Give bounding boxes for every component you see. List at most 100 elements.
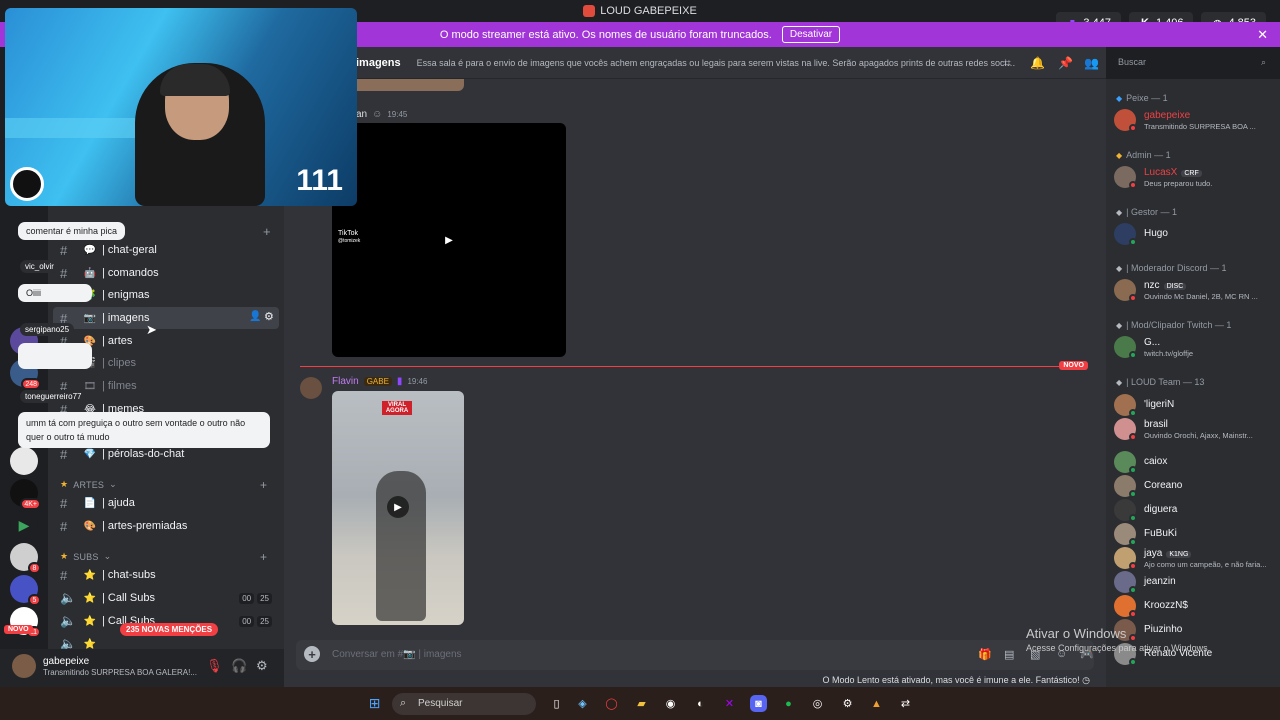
member-item[interactable]: Hugo [1114,221,1280,249]
add-channel-icon[interactable]: + [263,224,271,239]
app-icon[interactable]: ⇄ [897,695,914,712]
new-mentions-badge[interactable]: 235 NOVAS MENÇÕES [120,623,219,636]
avatar[interactable] [12,654,36,678]
status-indicator [1129,238,1137,246]
mute-mic-icon[interactable]: 🎙 [206,658,223,674]
close-icon[interactable]: ✕ [1257,27,1268,43]
search-icon: ⌕ [400,697,407,709]
avatar[interactable] [300,377,322,399]
message-header: Flavin GABE ▮ 19:46 [332,376,427,387]
category-subs[interactable]: ★ SUBS ⌄ + [60,550,280,564]
server-icon[interactable]: 4K+ [10,479,41,510]
member-group-header: ◆ | Gestor — 1 [1116,207,1178,217]
member-name: Coreano [1144,480,1183,491]
member-name: diguera [1144,504,1178,515]
windows-activation-watermark: Ativar o Windows Acesse Configurações pa… [1026,626,1211,653]
file-icon[interactable]: ▯ [548,695,565,712]
steam-icon[interactable]: ◉ [662,695,679,712]
overlay-chat-user: vic_olvir [20,260,59,273]
app-icon[interactable]: ▲ [868,695,885,712]
search-input[interactable]: Buscar ⌕ [1112,55,1272,71]
video-embed[interactable]: TikTok @tomizek ▶ [332,123,566,357]
voice-channel-call-subs[interactable]: 🔈 ⭐ | Call Subs 00 25 [48,587,284,609]
previous-image[interactable] [344,79,464,91]
member-item[interactable]: nzc DISC Ouvindo Mc Daniel, 2B, MC RN ... [1114,277,1280,305]
member-name: 'ligeriN [1144,399,1175,410]
hash-icon: # [60,265,68,281]
status-indicator [1129,658,1137,666]
member-item[interactable]: G... twitch.tv/gloffje [1114,334,1280,362]
member-tag: K1NG [1166,551,1192,558]
star-icon: ★ [60,551,69,561]
server-icon[interactable]: ▶ [10,511,38,539]
app-icon[interactable]: ✕ [721,695,738,712]
pin-icon[interactable]: 📌 [1058,56,1073,70]
copilot-icon[interactable]: ◈ [574,695,591,712]
add-attachment-icon[interactable]: + [304,646,320,662]
shelf [5,118,135,138]
channel-comandos[interactable]: # 🤖 | comandos [48,262,284,284]
add-channel-icon[interactable]: + [260,478,267,492]
member-name: brasil [1144,419,1168,430]
video-attachment[interactable]: VIRAL AGORA ▶ [332,391,464,625]
overlay-logo [10,167,44,201]
gift-icon[interactable]: 🎁 [978,648,992,661]
message-input[interactable]: Conversar em #📷 | imagens [332,649,462,660]
channel-artes-premiadas[interactable]: # 🎨 | artes-premiadas [48,515,284,537]
server-icon[interactable] [10,447,38,475]
member-activity: Transmitindo SURPRESA BOA ... [1144,122,1256,131]
role-tag: GABE [363,377,392,386]
taskbar-search-input[interactable]: ⌕ Pesquisar [392,693,536,715]
gear-icon[interactable]: ⚙ [264,310,274,323]
add-channel-icon[interactable]: + [260,550,267,564]
play-icon[interactable]: ▶ [438,229,460,251]
chevron-down-icon: ⌄ [103,551,112,561]
spotify-icon[interactable]: ● [780,695,797,712]
opera-icon[interactable]: ◯ [603,695,620,712]
bell-icon[interactable]: 🔔 [1030,56,1045,70]
gear-icon[interactable]: ⚙ [256,658,268,674]
channel-topic[interactable]: Essa sala é para o envio de imagens que … [417,58,1017,68]
member-group-header: ◆ | Moderador Discord — 1 [1116,263,1227,273]
windows-start-icon[interactable]: ⊞ [366,695,383,712]
channel-ajuda[interactable]: # 📄 | ajuda [48,492,284,514]
channel-imagens[interactable]: # 📷 | imagens 👤 ⚙ [53,307,279,329]
invite-icon[interactable]: 👤 [249,311,261,322]
discord-icon[interactable]: ◙ [750,695,767,712]
message-author[interactable]: an [356,109,367,120]
deafen-icon[interactable]: 🎧 [231,658,247,674]
server-icon[interactable]: 8 [10,543,41,574]
member-group-header: ◆ | LOUD Team — 13 [1116,377,1205,387]
member-name: nzc DISC [1144,280,1187,291]
threads-icon[interactable]: ⌗ [1004,56,1011,71]
message-author[interactable]: Flavin [332,376,359,387]
app-icon[interactable]: ◎ [809,695,826,712]
disable-streamer-mode-button[interactable]: Desativar [781,26,841,43]
member-activity: twitch.tv/gloffje [1144,349,1194,358]
folder-icon[interactable]: ▰ [633,695,650,712]
clock-icon: ◷ [1082,675,1090,685]
app-icon [583,5,596,17]
gear-icon[interactable]: ⚙ [839,695,856,712]
gif-icon[interactable]: ▤ [1004,648,1014,661]
hash-icon: # [60,567,68,583]
speaker-icon: 🔈 [60,590,77,605]
role-icon: ◆ [1116,150,1123,160]
user-panel: gabepeixe Transmitindo SURPRESA BOA GALE… [0,649,284,687]
category-artes[interactable]: ★ ARTES ⌄ + [60,478,280,492]
message-composer[interactable]: + Conversar em #📷 | imagens 🎁 ▤ ▧ ☺ 🎮 [296,640,1094,670]
channel-header: imagens Essa sala é para o envio de imag… [284,47,1106,79]
channel-chat-subs[interactable]: # ⭐ | chat-subs [48,564,284,586]
member-item[interactable]: LucasX CRF Deus preparou tudo. [1114,164,1280,192]
member-name: FuBuKi [1144,528,1177,539]
server-icon[interactable]: 5 [10,575,41,606]
members-icon[interactable]: 👥 [1084,56,1099,70]
member-name: LucasX CRF [1144,167,1202,178]
channel-chat-geral[interactable]: # 💬 | chat-geral [48,239,284,261]
speaker-icon: 🔈 [60,636,77,649]
member-item[interactable]: brasil Ouvindo Orochi, Ajaxx, Mainstr... [1114,416,1280,444]
play-icon[interactable]: ▶ [387,496,409,518]
member-item[interactable]: gabepeixe Transmitindo SURPRESA BOA ... [1114,107,1280,135]
overlay-chat-message: comentar é minha pica [18,222,126,240]
app-icon[interactable]: ◐ [692,695,709,712]
